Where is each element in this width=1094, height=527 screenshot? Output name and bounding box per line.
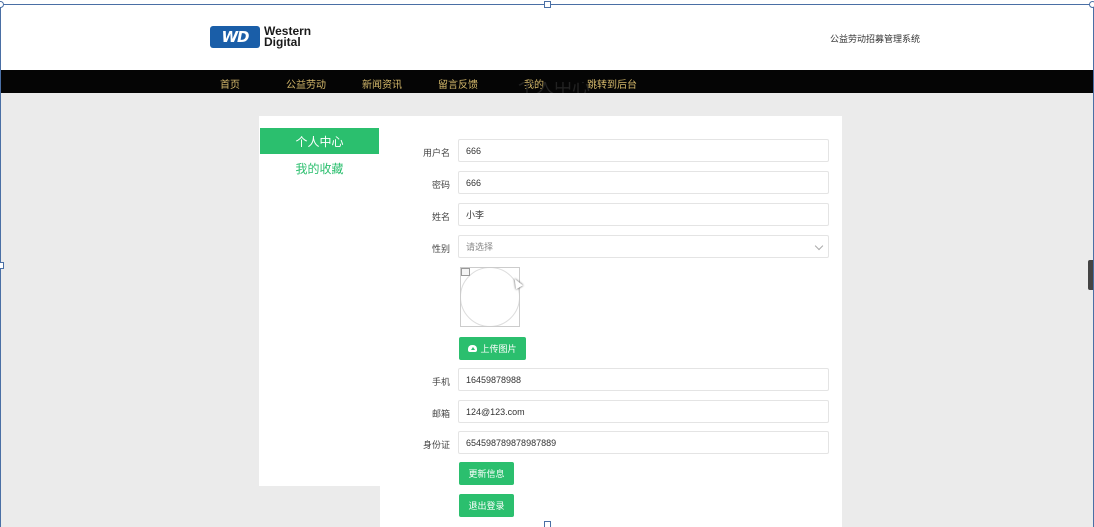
sidebar: 个人中心 我的收藏 [259,116,380,486]
email-label: 邮箱 [431,409,450,419]
site-title: 公益劳动招募管理系统 [830,34,921,44]
username-field[interactable]: 666 [458,139,829,162]
email-field[interactable]: 124@123.com [458,400,829,423]
sidebar-item-profile[interactable]: 个人中心 [260,128,379,154]
avatar-image-frame [460,267,520,327]
chevron-down-icon [814,241,824,251]
sidebar-item-favorites[interactable]: 我的收藏 [260,160,379,177]
page-header: WD Western Digital 公益劳动招募管理系统 [0,0,1094,70]
id-number-field[interactable]: 654598789878987889 [458,431,829,454]
id-number-label: 身份证 [422,440,450,450]
resize-handle-left[interactable] [0,262,4,269]
phone-field[interactable]: 16459878988 [458,368,829,391]
resize-handle-top[interactable] [544,1,551,8]
username-label: 用户名 [422,148,450,158]
name-label: 姓名 [431,212,450,222]
logo-text: Western Digital [264,25,311,49]
update-info-button[interactable]: 更新信息 [459,462,514,485]
name-field[interactable]: 小李 [458,203,829,226]
gender-select-value: 请选择 [466,242,494,252]
password-field[interactable]: 666 [458,171,829,194]
nav-item-news[interactable]: 新闻资讯 [362,76,402,91]
gender-label: 性别 [431,244,450,254]
logout-button[interactable]: 退出登录 [459,494,514,517]
broken-image-icon [461,268,470,276]
cloud-upload-icon [468,345,478,352]
upload-image-label: 上传图片 [480,344,517,354]
phone-label: 手机 [431,377,450,387]
upload-image-button[interactable]: 上传图片 [459,337,526,360]
resize-handle-bottom[interactable] [544,521,551,527]
logo-badge: WD [210,26,260,48]
page-title: 个人中心 [518,82,590,93]
nav-item-admin[interactable]: 跳转到后台 [587,76,637,91]
resize-handle-top-right[interactable] [1089,1,1094,8]
profile-form: 用户名 666 密码 666 姓名 小李 性别 请选择 上传图片 手机 1645… [380,116,842,527]
password-label: 密码 [431,180,450,190]
nav-item-volunteer[interactable]: 公益劳动 [286,76,326,91]
nav-item-feedback[interactable]: 留言反馈 [438,76,478,91]
logo-line-2: Digital [264,35,301,49]
logo[interactable]: WD Western Digital [210,25,311,49]
nav-item-home[interactable]: 首页 [220,76,240,91]
gender-select[interactable]: 请选择 [458,235,829,258]
